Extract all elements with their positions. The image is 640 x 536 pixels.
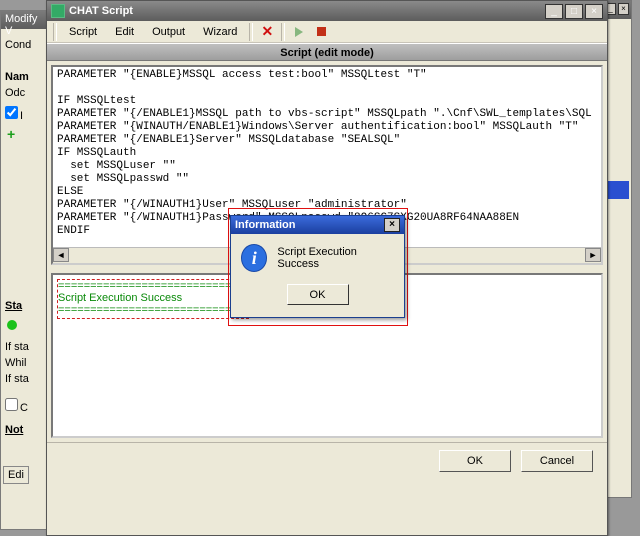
information-dialog: Information × i Script Execution Success… [230, 215, 405, 318]
info-close-button[interactable]: × [384, 218, 400, 232]
minimize-button[interactable]: _ [545, 4, 563, 19]
name-label: Nam [5, 71, 43, 83]
ifsta-label: If sta [5, 341, 43, 353]
info-titlebar[interactable]: Information × [231, 216, 404, 234]
app-icon [51, 4, 65, 18]
grip-icon [53, 23, 57, 41]
scroll-right-icon[interactable]: ► [585, 248, 601, 262]
chat-titlebar[interactable]: CHAT Script _ □ × [47, 1, 607, 21]
output-border-bottom: ============================= [58, 304, 244, 316]
mode-header: Script (edit mode) [47, 43, 607, 61]
x-icon: ✕ [261, 23, 273, 40]
ok-button[interactable]: OK [439, 450, 511, 472]
close-button[interactable]: × [585, 4, 603, 19]
edit-button[interactable]: Edi [3, 466, 29, 484]
status-dot-icon [7, 320, 17, 330]
cancel-button[interactable]: Cancel [521, 450, 593, 472]
bgr-selection [607, 181, 629, 199]
cond-label: Cond [5, 39, 43, 51]
menu-output[interactable]: Output [144, 24, 193, 40]
stop-tool-button[interactable] [311, 23, 331, 41]
bgr-close-button[interactable]: × [618, 3, 629, 15]
maximize-button[interactable]: □ [565, 4, 583, 19]
menu-script[interactable]: Script [61, 24, 105, 40]
name-field[interactable]: Odc [5, 87, 43, 99]
menu-edit[interactable]: Edit [107, 24, 142, 40]
run-tool-button[interactable] [289, 23, 309, 41]
scroll-left-icon[interactable]: ◄ [53, 248, 69, 262]
dialog-button-row: OK Cancel [47, 442, 607, 478]
info-icon: i [241, 244, 267, 272]
info-title: Information [235, 219, 384, 231]
toolbar-separator [249, 23, 253, 41]
c-label: C [20, 402, 28, 414]
add-icon[interactable]: + [7, 126, 41, 142]
stop-icon [317, 27, 326, 36]
cancel-tool-button[interactable]: ✕ [257, 23, 277, 41]
enable-checkbox[interactable] [5, 106, 18, 119]
ifsta2-label: If sta [5, 373, 43, 385]
modify-window: Modify V Cond Nam Odc I + Sta If sta Whi… [0, 10, 48, 530]
output-highlight: ============================= Script Exe… [57, 279, 249, 319]
status-header: Sta [5, 300, 43, 312]
output-border-top: ============================= [58, 280, 244, 292]
while-label: Whil [5, 357, 43, 369]
menu-wizard[interactable]: Wizard [195, 24, 245, 40]
chat-title: CHAT Script [69, 5, 545, 17]
not-header: Not [5, 424, 43, 436]
menubar: Script Edit Output Wizard ✕ [47, 21, 607, 43]
modify-titlebar[interactable]: Modify V [1, 11, 47, 29]
c-checkbox[interactable] [5, 398, 18, 411]
play-icon [295, 27, 303, 37]
output-text: Script Execution Success [58, 292, 182, 304]
info-message: Script Execution Success [277, 246, 394, 270]
info-ok-button[interactable]: OK [287, 284, 349, 305]
toolbar-separator-2 [281, 23, 285, 41]
